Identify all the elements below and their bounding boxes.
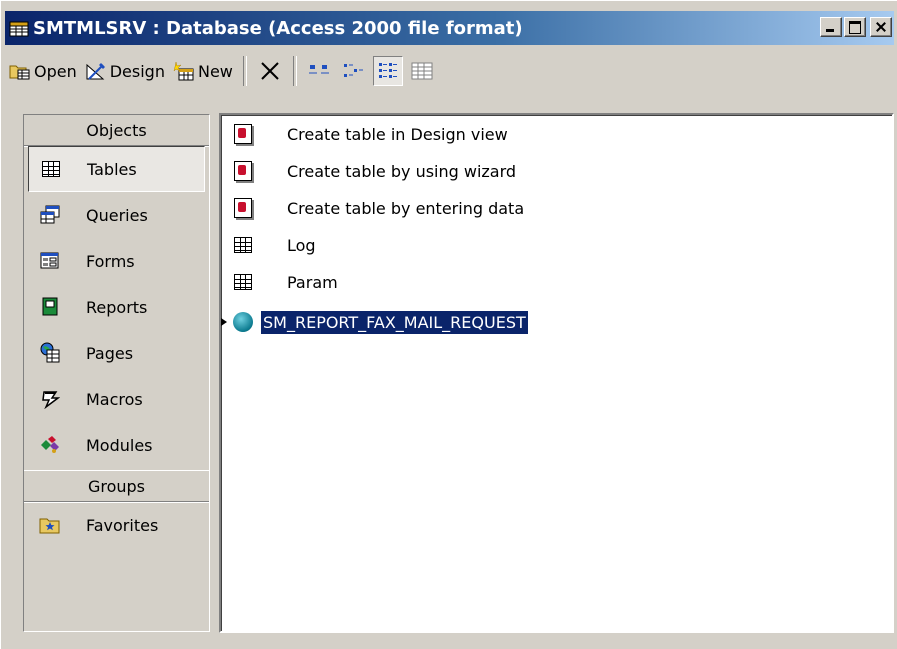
objects-item-queries[interactable]: Queries: [28, 192, 205, 238]
macro-icon: [36, 388, 64, 410]
design-icon: [85, 61, 107, 81]
design-label: Design: [109, 61, 165, 81]
new-button[interactable]: New: [169, 55, 237, 87]
list-item-label: Log: [287, 235, 316, 255]
objects-header-label: Objects: [86, 120, 147, 140]
list-item[interactable]: Param: [229, 267, 338, 297]
large-icons-icon: [308, 65, 329, 74]
new-icon: [173, 61, 195, 81]
delete-button[interactable]: [255, 56, 285, 86]
minimize-button[interactable]: [820, 17, 842, 37]
objects-item-macros[interactable]: Macros: [28, 376, 205, 422]
groups-item-favorites[interactable]: Favorites: [28, 502, 205, 548]
objects-item-label: Modules: [86, 435, 153, 455]
objects-item-label: Queries: [86, 205, 148, 225]
list-item-label: Create table in Design view: [287, 124, 508, 144]
list-item[interactable]: Create table by entering data: [229, 193, 524, 223]
objects-item-reports[interactable]: Reports: [28, 284, 205, 330]
module-icon: [36, 434, 64, 456]
design-button[interactable]: Design: [81, 55, 169, 87]
open-button[interactable]: Open: [5, 55, 81, 87]
report-icon: [36, 296, 64, 318]
objects-item-forms[interactable]: Forms: [28, 238, 205, 284]
small-icons-icon: [343, 64, 363, 77]
linked-table-icon: [229, 310, 257, 334]
object-list[interactable]: Create table in Design view Create table…: [219, 113, 894, 633]
window-title: SMTMLSRV : Database (Access 2000 file fo…: [33, 17, 523, 39]
table-icon: [229, 270, 257, 294]
objects-bar: Objects Tables Queries Forms Reports Pag…: [23, 114, 210, 632]
groups-header-label: Groups: [87, 476, 146, 496]
details-view-button[interactable]: [407, 56, 437, 86]
groups-header-button[interactable]: Groups: [24, 470, 209, 502]
groups-item-label: Favorites: [86, 515, 159, 535]
open-label: Open: [34, 61, 77, 81]
objects-header-button[interactable]: Objects: [24, 115, 209, 146]
objects-item-label: Macros: [86, 389, 143, 409]
delete-icon: [261, 62, 279, 80]
large-icons-button[interactable]: [305, 56, 335, 86]
objects-item-pages[interactable]: Pages: [28, 330, 205, 376]
query-icon: [36, 204, 64, 226]
toolbar-separator: [242, 56, 247, 86]
objects-item-label: Forms: [86, 251, 135, 271]
database-window: SMTMLSRV : Database (Access 2000 file fo…: [0, 0, 897, 649]
list-item-label: Param: [287, 272, 338, 292]
list-item[interactable]: Create table in Design view: [229, 119, 508, 149]
new-label: New: [197, 61, 233, 81]
list-item[interactable]: Create table by using wizard: [229, 156, 516, 186]
list-item-label: Create table by using wizard: [287, 161, 517, 181]
close-button[interactable]: [870, 17, 892, 37]
objects-item-label: Tables: [87, 159, 137, 179]
open-icon: [9, 61, 31, 81]
small-icons-button[interactable]: [339, 56, 369, 86]
objects-item-label: Reports: [86, 297, 148, 317]
list-item-label: SM_REPORT_FAX_MAIL_REQUEST: [260, 309, 529, 335]
page-icon: [36, 342, 64, 364]
link-arrow-icon: [221, 318, 227, 326]
wizard-icon: [229, 159, 257, 183]
form-icon: [36, 250, 64, 272]
objects-item-tables[interactable]: Tables: [28, 146, 205, 192]
wizard-icon: [229, 122, 257, 146]
title-bar[interactable]: SMTMLSRV : Database (Access 2000 file fo…: [5, 11, 894, 45]
list-item[interactable]: Log: [229, 230, 316, 260]
objects-item-label: Pages: [86, 343, 134, 363]
wizard-icon: [229, 196, 257, 220]
list-item-selected[interactable]: SM_REPORT_FAX_MAIL_REQUEST: [221, 307, 529, 337]
database-icon: [9, 19, 29, 37]
list-view-icon: [378, 63, 397, 78]
toolbar-separator: [292, 56, 297, 86]
details-view-icon: [411, 62, 433, 80]
list-item-label: Create table by entering data: [287, 198, 525, 218]
favorites-icon: [36, 514, 64, 536]
table-icon: [37, 158, 65, 180]
objects-item-modules[interactable]: Modules: [28, 422, 205, 468]
table-icon: [229, 233, 257, 257]
toolbar: Open Design New: [5, 51, 894, 91]
list-view-button[interactable]: [372, 56, 403, 86]
window-controls: [818, 17, 892, 37]
maximize-button[interactable]: [844, 17, 866, 37]
